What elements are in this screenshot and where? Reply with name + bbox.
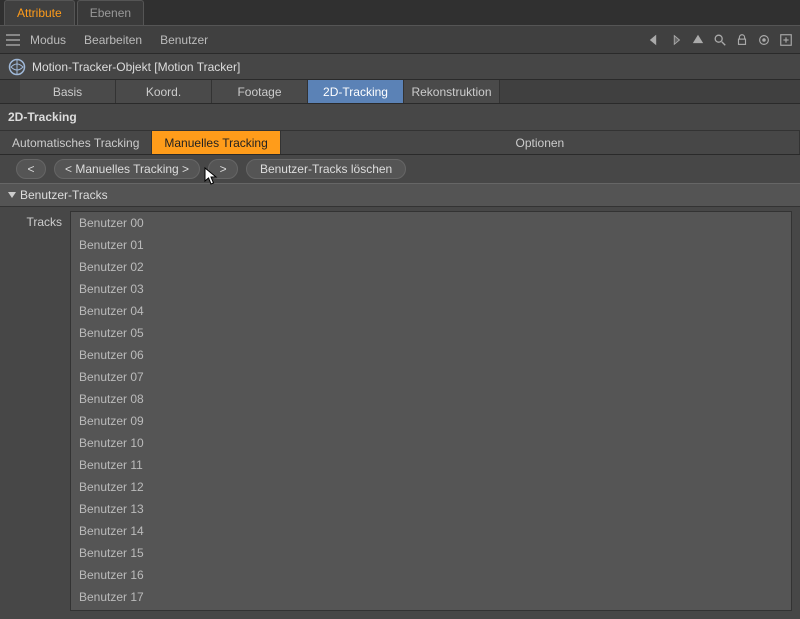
tracks-list[interactable]: Benutzer 00 Benutzer 01 Benutzer 02 Benu… [70, 211, 792, 611]
list-item[interactable]: Benutzer 02 [71, 256, 791, 278]
group-label: Benutzer-Tracks [20, 188, 108, 202]
list-item[interactable]: Benutzer 17 [71, 586, 791, 608]
subtab-options[interactable]: Optionen [281, 131, 800, 154]
list-item[interactable]: Benutzer 16 [71, 564, 791, 586]
nav-back-icon[interactable] [646, 32, 662, 48]
lock-icon[interactable] [734, 32, 750, 48]
menu-benutzer[interactable]: Benutzer [160, 33, 208, 47]
list-item[interactable]: Benutzer 05 [71, 322, 791, 344]
menu-bearbeiten[interactable]: Bearbeiten [84, 33, 142, 47]
tab-attribute[interactable]: Attribute [4, 0, 75, 25]
list-item[interactable]: Benutzer 01 [71, 234, 791, 256]
target-icon[interactable] [756, 32, 772, 48]
list-item[interactable]: Benutzer 07 [71, 366, 791, 388]
list-item[interactable]: Benutzer 04 [71, 300, 791, 322]
manual-track-button[interactable]: < Manuelles Tracking > [54, 159, 200, 179]
list-item[interactable]: Benutzer 18 [71, 608, 791, 611]
list-item[interactable]: Benutzer 09 [71, 410, 791, 432]
list-item[interactable]: Benutzer 12 [71, 476, 791, 498]
motion-tracker-icon [8, 58, 26, 76]
menu-bar: Modus Bearbeiten Benutzer [0, 26, 800, 54]
tracks-row: Tracks Benutzer 00 Benutzer 01 Benutzer … [0, 207, 800, 619]
object-title: Motion-Tracker-Objekt [Motion Tracker] [32, 60, 240, 74]
tab-rekonstruktion[interactable]: Rekonstruktion [404, 80, 500, 103]
next-frame-button[interactable]: > [208, 159, 238, 179]
list-item[interactable]: Benutzer 00 [71, 212, 791, 234]
nav-up-icon[interactable] [690, 32, 706, 48]
chevron-down-icon [8, 192, 16, 198]
tracks-label: Tracks [8, 211, 70, 611]
list-item[interactable]: Benutzer 15 [71, 542, 791, 564]
list-item[interactable]: Benutzer 14 [71, 520, 791, 542]
tab-ebenen[interactable]: Ebenen [77, 0, 144, 25]
tab-koord[interactable]: Koord. [116, 80, 212, 103]
list-item[interactable]: Benutzer 08 [71, 388, 791, 410]
list-item[interactable]: Benutzer 11 [71, 454, 791, 476]
prev-frame-button[interactable]: < [16, 159, 46, 179]
main-tabs: Basis Koord. Footage 2D-Tracking Rekonst… [0, 80, 800, 104]
tab-2d-tracking[interactable]: 2D-Tracking [308, 80, 404, 103]
nav-forward-icon[interactable] [668, 32, 684, 48]
subtab-manual-tracking[interactable]: Manuelles Tracking [152, 131, 280, 154]
tab-basis[interactable]: Basis [20, 80, 116, 103]
list-item[interactable]: Benutzer 13 [71, 498, 791, 520]
object-header: Motion-Tracker-Objekt [Motion Tracker] [0, 54, 800, 80]
grip-icon[interactable] [6, 34, 20, 46]
subtab-auto-tracking[interactable]: Automatisches Tracking [0, 131, 152, 154]
list-item[interactable]: Benutzer 03 [71, 278, 791, 300]
list-item[interactable]: Benutzer 10 [71, 432, 791, 454]
section-heading: 2D-Tracking [0, 104, 800, 131]
delete-user-tracks-button[interactable]: Benutzer-Tracks löschen [246, 159, 406, 179]
group-user-tracks[interactable]: Benutzer-Tracks [0, 183, 800, 207]
list-item[interactable]: Benutzer 06 [71, 344, 791, 366]
panel-tabs: Attribute Ebenen [0, 0, 800, 26]
menu-modus[interactable]: Modus [30, 33, 66, 47]
button-row: < < Manuelles Tracking > > Benutzer-Trac… [0, 155, 800, 183]
sub-tabs: Automatisches Tracking Manuelles Trackin… [0, 131, 800, 155]
tab-footage[interactable]: Footage [212, 80, 308, 103]
new-panel-icon[interactable] [778, 32, 794, 48]
search-icon[interactable] [712, 32, 728, 48]
